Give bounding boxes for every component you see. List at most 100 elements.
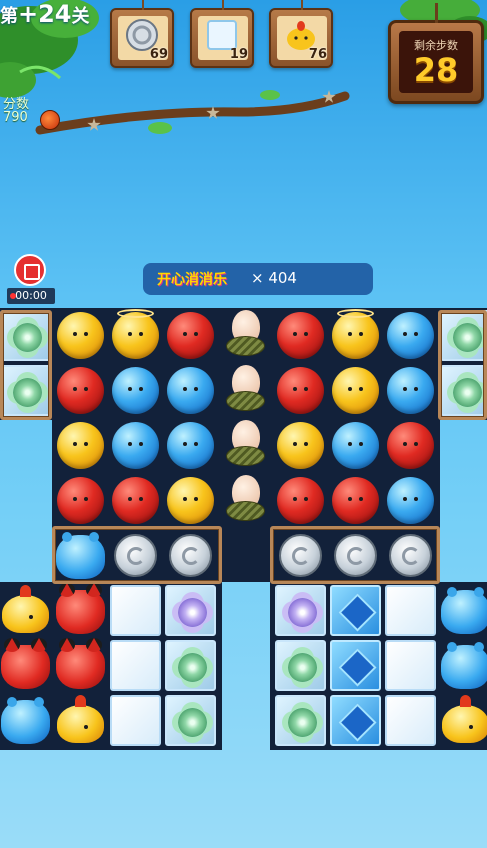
goal-chick: 76	[269, 0, 333, 68]
goal-coins-count: 69	[149, 47, 168, 62]
board-cell[interactable]	[273, 308, 328, 363]
purple-flower-tile	[275, 585, 326, 636]
red-candy	[112, 477, 159, 524]
board-cell[interactable]	[53, 693, 108, 748]
blue-crystal-tile	[330, 695, 381, 746]
banner-count: × 404	[251, 269, 297, 287]
board-cell[interactable]	[108, 473, 163, 528]
board-cell[interactable]	[218, 308, 273, 363]
board-cell[interactable]	[328, 693, 383, 748]
board-cell[interactable]	[328, 583, 383, 638]
board-cell[interactable]	[53, 473, 108, 528]
board-cell[interactable]	[53, 583, 108, 638]
board-cell[interactable]	[0, 693, 53, 748]
board-cell[interactable]	[383, 363, 438, 418]
board-cell[interactable]	[383, 473, 438, 528]
board-cell[interactable]	[163, 693, 218, 748]
blue-crystal-tile	[330, 585, 381, 636]
board-cell[interactable]	[108, 693, 163, 748]
blue-candy	[167, 422, 214, 469]
board-cell[interactable]	[108, 583, 163, 638]
red-candy	[387, 422, 434, 469]
board-cell[interactable]	[273, 473, 328, 528]
egg-in-nest-icon	[226, 365, 265, 416]
blue-candy	[112, 422, 159, 469]
red-candy	[277, 367, 324, 414]
board-cell[interactable]	[218, 473, 273, 528]
green-flower-tile	[275, 695, 326, 746]
red-candy	[332, 477, 379, 524]
board-cell[interactable]	[0, 583, 53, 638]
board-cell[interactable]	[438, 638, 487, 693]
stop-record-button[interactable]	[14, 254, 46, 286]
board-cell[interactable]	[328, 473, 383, 528]
wooden-fence-right	[270, 526, 440, 584]
goal-ice-count: 19	[229, 47, 248, 62]
red-candy	[57, 477, 104, 524]
board-cell[interactable]	[0, 638, 53, 693]
game-board[interactable]	[0, 308, 487, 750]
wooden-fence-top-right	[438, 310, 487, 420]
goal-ice: 19	[190, 0, 254, 68]
board-cell[interactable]	[273, 583, 328, 638]
ice-block	[385, 695, 436, 746]
egg-in-nest-icon	[226, 475, 265, 526]
board-cell[interactable]	[273, 418, 328, 473]
ice-block	[385, 640, 436, 691]
board-cell[interactable]	[438, 693, 487, 748]
moves-value: 28	[413, 51, 459, 89]
board-cell[interactable]	[163, 308, 218, 363]
goal-chick-count: 76	[308, 47, 327, 62]
red-candy	[277, 312, 324, 359]
green-flower-tile	[165, 695, 216, 746]
yellow-candy	[332, 367, 379, 414]
board-cell[interactable]	[383, 638, 438, 693]
green-flower-tile	[165, 640, 216, 691]
board-cell[interactable]	[273, 638, 328, 693]
board-cell[interactable]	[383, 693, 438, 748]
red-candy	[167, 312, 214, 359]
board-cell[interactable]	[328, 418, 383, 473]
board-cell[interactable]	[218, 418, 273, 473]
board-cell[interactable]	[328, 638, 383, 693]
board-cell[interactable]	[328, 363, 383, 418]
brand-banner: 开心消消乐 × 404	[143, 263, 373, 295]
board-cell[interactable]	[53, 418, 108, 473]
red-fox-creature	[56, 583, 105, 634]
red-fox-creature	[1, 638, 50, 689]
board-cell[interactable]	[383, 308, 438, 363]
yellow-candy	[57, 312, 104, 359]
board-cell[interactable]	[163, 363, 218, 418]
board-cell[interactable]	[163, 583, 218, 638]
level-number: +24	[18, 0, 72, 28]
green-flower-tile	[275, 640, 326, 691]
board-cell[interactable]	[328, 308, 383, 363]
board-cell[interactable]	[383, 418, 438, 473]
board-cell[interactable]	[163, 473, 218, 528]
egg-in-nest-icon	[226, 420, 265, 471]
blue-candy	[387, 477, 434, 524]
board-cell[interactable]	[273, 693, 328, 748]
board-cell[interactable]	[108, 363, 163, 418]
board-cell[interactable]	[163, 418, 218, 473]
board-cell[interactable]	[438, 583, 487, 638]
yellow-candy	[57, 422, 104, 469]
brand-logo: 开心消消乐	[157, 272, 227, 288]
yellow-chick-creature	[57, 695, 104, 743]
board-cell[interactable]	[218, 363, 273, 418]
level-prefix: 第	[0, 6, 18, 27]
board-cell[interactable]	[53, 363, 108, 418]
board-cell[interactable]	[163, 638, 218, 693]
board-cell[interactable]	[273, 363, 328, 418]
board-cell[interactable]	[108, 418, 163, 473]
board-cell[interactable]	[108, 638, 163, 693]
board-cell[interactable]	[108, 308, 163, 363]
yellow-chick-creature	[2, 585, 49, 633]
board-cell[interactable]	[53, 308, 108, 363]
wooden-fence-top-left	[0, 310, 52, 420]
ice-block	[110, 695, 161, 746]
board-cell[interactable]	[53, 638, 108, 693]
ice-block	[110, 640, 161, 691]
board-cell[interactable]	[383, 583, 438, 638]
blue-candy	[387, 312, 434, 359]
